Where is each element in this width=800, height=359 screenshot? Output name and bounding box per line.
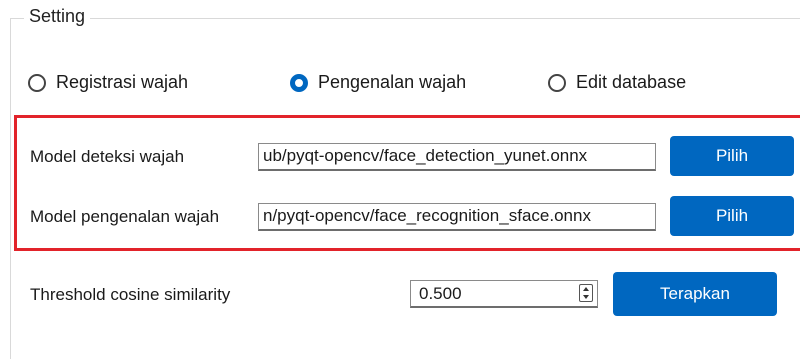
radio-edit-database[interactable]: Edit database — [548, 72, 686, 93]
apply-threshold-button[interactable]: Terapkan — [613, 272, 777, 316]
arrow-down-icon — [583, 295, 589, 299]
radio-unchecked-icon — [28, 73, 46, 92]
radio-checked-icon — [290, 73, 308, 92]
arrow-up-icon — [583, 287, 589, 291]
threshold-value: 0.500 — [419, 284, 462, 303]
radio-unchecked-icon — [548, 73, 566, 92]
radio-label: Edit database — [576, 72, 687, 92]
radio-registrasi-wajah[interactable]: Registrasi wajah — [28, 72, 188, 93]
detection-model-path-input[interactable]: ub/pyqt-opencv/face_detection_yunet.onnx — [258, 143, 656, 171]
radio-label: Registrasi wajah — [56, 72, 189, 92]
recognition-model-row: Model pengenalan wajah — [30, 200, 219, 234]
settings-group-title: Setting — [24, 6, 91, 27]
radio-pengenalan-wajah[interactable]: Pengenalan wajah — [290, 72, 466, 93]
threshold-label: Threshold cosine similarity — [30, 285, 231, 304]
threshold-row: Threshold cosine similarity — [30, 278, 230, 312]
detection-model-label: Model deteksi wajah — [30, 147, 185, 166]
detection-model-row: Model deteksi wajah — [30, 140, 184, 174]
detection-model-choose-button[interactable]: Pilih — [670, 136, 794, 176]
radio-label: Pengenalan wajah — [318, 72, 467, 92]
spin-arrows-icon[interactable] — [579, 284, 593, 302]
recognition-model-path-input[interactable]: n/pyqt-opencv/face_recognition_sface.onn… — [258, 203, 656, 231]
threshold-spinbox[interactable]: 0.500 — [410, 280, 598, 308]
recognition-model-choose-button[interactable]: Pilih — [670, 196, 794, 236]
recognition-model-label: Model pengenalan wajah — [30, 207, 220, 226]
